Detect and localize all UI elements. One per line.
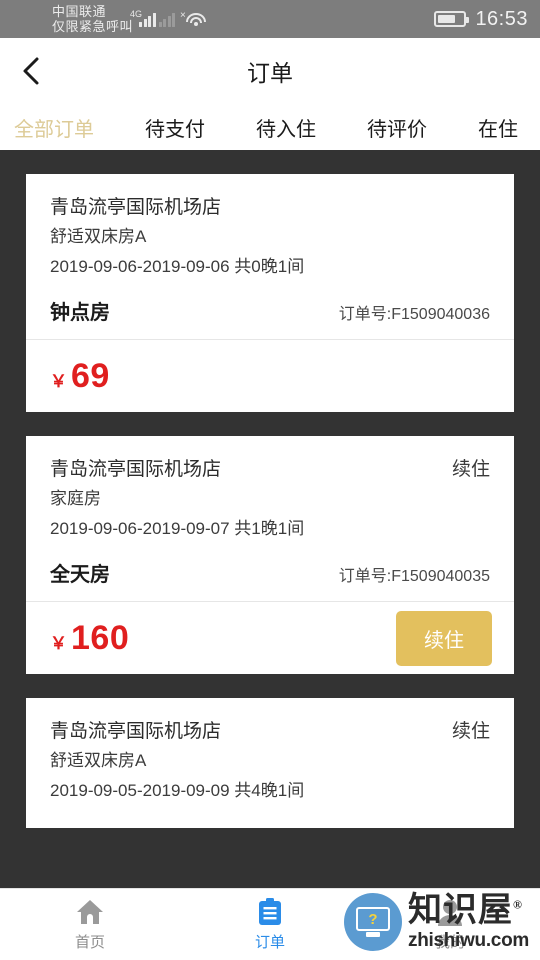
- page-title: 订单: [247, 60, 293, 86]
- order-card-footer: ￥ 69: [26, 340, 514, 412]
- tab-pending-checkin[interactable]: 待入住: [250, 113, 322, 142]
- stay-dates: 2019-09-05-2019-09-09 共4晚1间: [50, 781, 305, 800]
- tab-pending-payment[interactable]: 待支付: [139, 113, 211, 142]
- currency-symbol: ￥: [50, 371, 67, 391]
- battery-icon: [434, 11, 470, 27]
- order-card-body: 青岛流亭国际机场店 续住 家庭房 2019-09-06-2019-09-07 共…: [26, 436, 514, 601]
- room-type: 舒适双床房A: [50, 751, 147, 770]
- nav-label-orders: 订单: [254, 934, 285, 951]
- sim-unavailable-icon: ×: [180, 9, 186, 21]
- order-card[interactable]: 青岛流亭国际机场店 续住 家庭房 2019-09-06-2019-09-07 共…: [26, 436, 514, 674]
- carrier-state: 仅限紧急呼叫: [52, 19, 134, 34]
- carrier-info: 中国联通 仅限紧急呼叫: [52, 4, 133, 34]
- order-card-body: 青岛流亭国际机场店 舒适双床房A 2019-09-06-2019-09-06 共…: [26, 174, 514, 339]
- order-price: ￥ 69: [50, 357, 110, 396]
- nav-item-profile[interactable]: 我的: [360, 897, 540, 952]
- clipboard-icon: [256, 897, 284, 927]
- order-status-tag: 续住: [451, 721, 490, 742]
- price-amount: 69: [71, 356, 110, 395]
- rate-plan: 钟点房: [50, 302, 110, 324]
- bottom-navigation: 首页 订单 我的: [0, 888, 540, 960]
- signal-icons: 4G ×: [130, 9, 207, 27]
- nav-item-home[interactable]: 首页: [0, 897, 180, 952]
- status-clock: 16:53: [475, 7, 528, 30]
- signal-strength-secondary-icon: [158, 12, 176, 27]
- title-bar: 订单: [0, 38, 540, 104]
- tab-staying[interactable]: 在住: [472, 113, 524, 142]
- stay-dates: 2019-09-06-2019-09-07 共1晚1间: [50, 519, 305, 538]
- person-icon: [436, 897, 464, 927]
- order-number: 订单号:F1509040035: [338, 568, 490, 585]
- home-icon: [76, 897, 104, 927]
- order-meta-row: 钟点房 订单号:F1509040036: [50, 296, 490, 325]
- order-number: 订单号:F1509040036: [338, 306, 490, 323]
- order-card-header: 青岛流亭国际机场店 续住: [50, 456, 490, 484]
- tab-pending-review[interactable]: 待评价: [361, 113, 433, 142]
- status-right-group: 16:53: [434, 8, 528, 31]
- tab-all-orders[interactable]: 全部订单: [8, 113, 100, 142]
- nav-label-home: 首页: [74, 934, 105, 951]
- order-card[interactable]: 青岛流亭国际机场店 续住 舒适双床房A 2019-09-05-2019-09-0…: [26, 698, 514, 828]
- order-card-body: 青岛流亭国际机场店 续住 舒适双床房A 2019-09-05-2019-09-0…: [26, 698, 514, 828]
- nav-item-orders[interactable]: 订单: [180, 897, 360, 952]
- order-card-footer: ￥ 160 续住: [26, 602, 514, 674]
- rate-plan: 全天房: [50, 564, 110, 586]
- room-type: 家庭房: [50, 489, 101, 508]
- room-type: 舒适双床房A: [50, 227, 147, 246]
- back-chevron-icon: [23, 57, 39, 85]
- order-card-header: 青岛流亭国际机场店 续住: [50, 718, 490, 746]
- hotel-name: 青岛流亭国际机场店: [50, 721, 222, 742]
- back-button[interactable]: [0, 38, 62, 104]
- phone-screen: 中国联通 仅限紧急呼叫 4G × 16:53 订单 全部订单 待支付 待入住 待…: [0, 0, 540, 960]
- nav-label-profile: 我的: [434, 934, 465, 951]
- carrier-name: 中国联通: [52, 4, 107, 19]
- hotel-name: 青岛流亭国际机场店: [50, 197, 222, 218]
- order-meta-row: 全天房 订单号:F1509040035: [50, 558, 490, 587]
- price-amount: 160: [71, 618, 130, 657]
- stay-dates: 2019-09-06-2019-09-06 共0晚1间: [50, 257, 305, 276]
- network-type-label: 4G: [130, 8, 143, 19]
- extend-stay-button[interactable]: 续住: [396, 610, 492, 666]
- hotel-name: 青岛流亭国际机场店: [50, 459, 222, 480]
- order-list[interactable]: 青岛流亭国际机场店 舒适双床房A 2019-09-06-2019-09-06 共…: [0, 150, 540, 888]
- order-price: ￥ 160: [50, 619, 129, 658]
- order-status-tag: 续住: [451, 459, 490, 480]
- status-bar: 中国联通 仅限紧急呼叫 4G × 16:53: [0, 0, 540, 38]
- currency-symbol: ￥: [50, 633, 67, 653]
- order-card[interactable]: 青岛流亭国际机场店 舒适双床房A 2019-09-06-2019-09-06 共…: [26, 174, 514, 412]
- order-filter-tabs: 全部订单 待支付 待入住 待评价 在住: [0, 104, 540, 150]
- order-card-header: 青岛流亭国际机场店: [50, 194, 490, 222]
- wifi-icon: [186, 12, 207, 27]
